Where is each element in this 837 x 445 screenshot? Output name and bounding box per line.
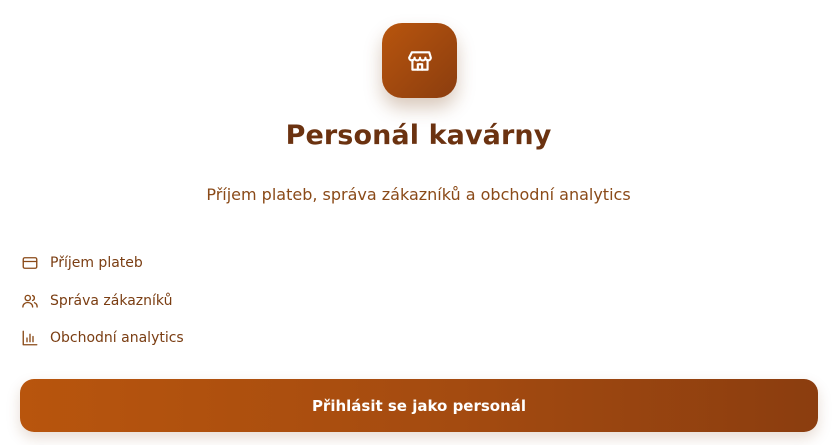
feature-payments: Příjem plateb [20, 252, 184, 274]
store-icon [407, 50, 432, 71]
bar-chart-icon [20, 328, 40, 348]
feature-customers: Správa zákazníků [20, 290, 184, 312]
feature-label: Obchodní analytics [50, 330, 184, 346]
feature-list: Příjem plateb Správa zákazníků Obchodní … [20, 252, 184, 365]
store-icon-tile [382, 23, 457, 98]
credit-card-icon [20, 253, 40, 273]
page-title: Personál kavárny [285, 120, 552, 151]
feature-label: Správa zákazníků [50, 292, 173, 309]
page-subtitle: Příjem plateb, správa zákazníků a obchod… [206, 185, 631, 204]
feature-label: Příjem plateb [50, 255, 143, 271]
staff-login-button[interactable]: Přihlásit se jako personál [20, 379, 818, 432]
feature-analytics: Obchodní analytics [20, 327, 184, 349]
users-icon [20, 291, 40, 311]
